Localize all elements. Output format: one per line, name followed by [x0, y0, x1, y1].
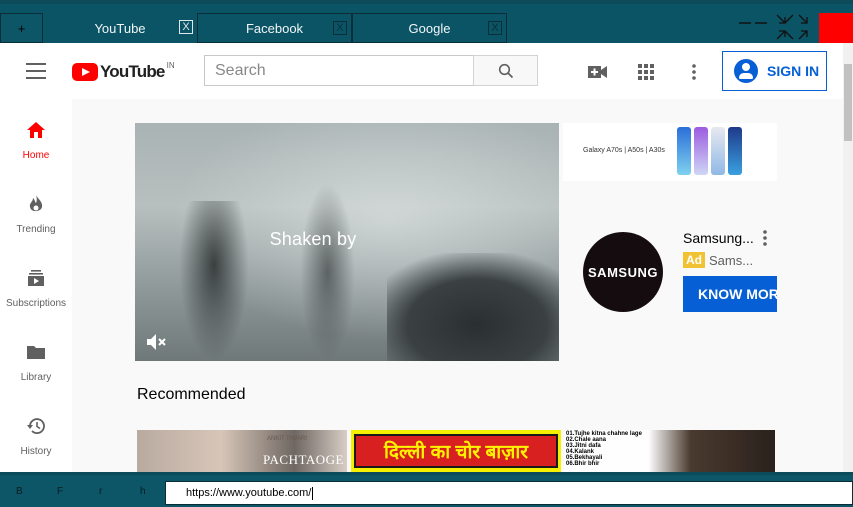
page-scrollbar[interactable] — [843, 43, 853, 472]
sidebar-label: Trending — [16, 224, 56, 235]
tab-label: Facebook — [245, 20, 304, 36]
video-caption: Shaken by — [269, 229, 357, 249]
banner-text: Galaxy A70s | A50s | A30s — [583, 147, 665, 154]
web-page: YouTube IN Search SIGN IN Home Trending … — [0, 43, 853, 472]
more-options-icon[interactable] — [683, 61, 705, 83]
address-bar-area: B F r h https://www.youtube.com/ — [0, 472, 853, 507]
folder-icon — [25, 341, 47, 363]
track-line: 06.Bhir bhir — [566, 461, 600, 467]
home-icon — [25, 119, 47, 141]
ad-title[interactable]: Samsung... — [683, 230, 754, 246]
create-video-icon[interactable] — [587, 61, 609, 83]
text-cursor — [312, 486, 314, 500]
mute-icon[interactable] — [145, 331, 167, 353]
url-text: https://www.youtube.com/ — [186, 487, 312, 499]
search-icon — [498, 63, 513, 78]
browser-window: + YouTube X Facebook X Google X YouTube … — [0, 0, 853, 507]
sidebar-label: History — [20, 446, 52, 457]
minimize-maximize-icons[interactable] — [737, 13, 817, 43]
tab-google[interactable]: Google X — [352, 13, 507, 43]
sidebar-label: Home — [22, 150, 50, 161]
sidebar-item-history[interactable]: History — [0, 395, 72, 469]
scrollbar-thumb[interactable] — [844, 64, 852, 141]
subscriptions-icon — [25, 267, 47, 289]
phone-image — [728, 127, 742, 175]
section-title: Recommended — [137, 386, 246, 403]
fire-icon — [25, 193, 47, 215]
thumbnail-title: PACHTAOGE — [263, 452, 344, 467]
tab-strip: + YouTube X Facebook X Google X — [0, 0, 853, 43]
menu-icon[interactable] — [26, 63, 46, 79]
back-button[interactable]: B — [16, 486, 23, 497]
search-placeholder: Search — [215, 61, 266, 79]
close-window-button[interactable] — [819, 13, 853, 43]
thumbnail-text: ANKIT TIWARI — [267, 436, 307, 442]
ad-badge: Ad — [683, 252, 705, 268]
history-icon — [25, 415, 47, 437]
video-frame — [179, 201, 249, 361]
know-more-button[interactable]: KNOW MORE — [683, 276, 777, 312]
thumbnail-title: दिल्ली का चोर बाज़ार — [354, 434, 558, 468]
tab-strip-border — [0, 0, 853, 4]
phone-image — [694, 127, 708, 175]
logo-text: YouTube — [100, 62, 165, 81]
play-logo-icon — [72, 63, 98, 81]
home-button[interactable]: h — [140, 486, 146, 497]
tab-close-button[interactable]: X — [333, 21, 347, 35]
advertiser-logo[interactable]: SAMSUNG — [583, 232, 663, 312]
apps-grid-icon[interactable] — [635, 61, 657, 83]
thumbnail-tracklist: 01.Tujhe kitna chahne lage 02.Chale aana… — [566, 431, 642, 467]
video-thumbnail[interactable]: दिल्ली का चोर बाज़ार — [351, 430, 561, 472]
tab-label: YouTube — [94, 20, 146, 36]
search-input[interactable]: Search — [204, 55, 474, 86]
tab-label: Google — [408, 20, 451, 36]
sign-in-label: SIGN IN — [767, 63, 820, 79]
new-tab-button[interactable]: + — [0, 13, 43, 43]
tab-close-button[interactable]: X — [179, 20, 193, 34]
ad-video-player[interactable]: Shaken by — [135, 123, 559, 361]
ad-subtitle: Sams... — [709, 253, 754, 268]
ad-more-icon[interactable] — [760, 229, 770, 247]
sidebar-item-home[interactable]: Home — [0, 99, 72, 173]
tab-close-button[interactable]: X — [488, 21, 502, 35]
video-thumbnail[interactable]: 01.Tujhe kitna chahne lage 02.Chale aana… — [564, 430, 775, 472]
window-controls — [737, 13, 817, 43]
sidebar: Home Trending Subscriptions Library Hist… — [0, 99, 72, 472]
country-code: IN — [166, 61, 175, 70]
sidebar-item-trending[interactable]: Trending — [0, 173, 72, 247]
sidebar-label: Library — [20, 372, 52, 383]
youtube-header: YouTube IN Search SIGN IN — [0, 43, 843, 99]
phone-image — [711, 127, 725, 175]
search-button[interactable] — [473, 55, 538, 86]
url-input[interactable]: https://www.youtube.com/ — [165, 481, 853, 505]
sign-in-button[interactable]: SIGN IN — [722, 51, 827, 91]
phone-image — [677, 127, 691, 175]
sidebar-item-subscriptions[interactable]: Subscriptions — [0, 247, 72, 321]
youtube-logo[interactable]: YouTube IN — [72, 60, 175, 82]
forward-button[interactable]: F — [57, 486, 63, 497]
video-frame — [300, 183, 355, 361]
reload-button[interactable]: r — [99, 486, 102, 497]
sidebar-label: Subscriptions — [5, 298, 67, 309]
divider — [0, 472, 853, 475]
video-thumbnail[interactable]: ANKIT TIWARI PACHTAOGE — [137, 430, 347, 472]
account-icon — [734, 59, 758, 83]
tab-youtube[interactable]: YouTube X — [43, 13, 197, 43]
sidebar-item-library[interactable]: Library — [0, 321, 72, 395]
ad-banner-image[interactable]: Galaxy A70s | A50s | A30s — [563, 123, 777, 181]
video-frame — [387, 253, 559, 361]
tab-facebook[interactable]: Facebook X — [197, 13, 352, 43]
